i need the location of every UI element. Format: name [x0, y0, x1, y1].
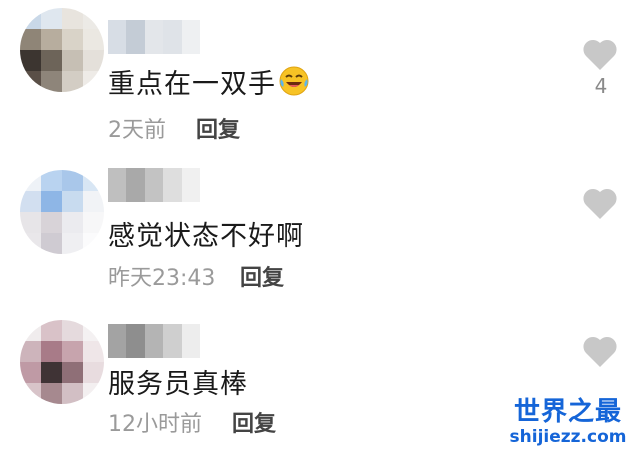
- username-blurred[interactable]: [108, 168, 200, 202]
- reply-button[interactable]: 回复: [240, 260, 284, 292]
- comment-item: 感觉状态不好啊 昨天23:43 回复: [0, 150, 640, 300]
- avatar[interactable]: [20, 170, 104, 254]
- like-count: 4: [594, 74, 608, 98]
- reply-button[interactable]: 回复: [196, 112, 240, 144]
- like-button[interactable]: [580, 333, 620, 369]
- like-button[interactable]: [580, 36, 620, 72]
- heart-icon: [580, 336, 620, 373]
- username-blurred[interactable]: [108, 324, 200, 358]
- heart-icon: [580, 188, 620, 225]
- like-button[interactable]: [580, 185, 620, 221]
- username-blurred[interactable]: [108, 20, 200, 54]
- watermark-title: 世界之最: [513, 397, 622, 427]
- comment-text: 服务员真棒: [108, 369, 248, 400]
- reply-button[interactable]: 回复: [232, 406, 276, 438]
- comment-text: 感觉状态不好啊: [108, 221, 304, 252]
- comment-time: 昨天23:43: [108, 266, 216, 291]
- comment-item: 重点在一双手 2天前 回复 4: [0, 0, 640, 150]
- laughing-crying-emoji-icon: [278, 65, 310, 97]
- avatar[interactable]: [20, 8, 104, 92]
- comment-text: 重点在一双手: [108, 62, 310, 101]
- comment-time: 2天前: [108, 118, 166, 143]
- avatar[interactable]: [20, 320, 104, 404]
- comment-time: 12小时前: [108, 412, 202, 437]
- comment-text-label: 重点在一双手: [108, 69, 276, 100]
- watermark-url: shijiezz.com: [509, 427, 627, 447]
- watermark-logo: 世界之最 shijiezz.com: [508, 397, 628, 447]
